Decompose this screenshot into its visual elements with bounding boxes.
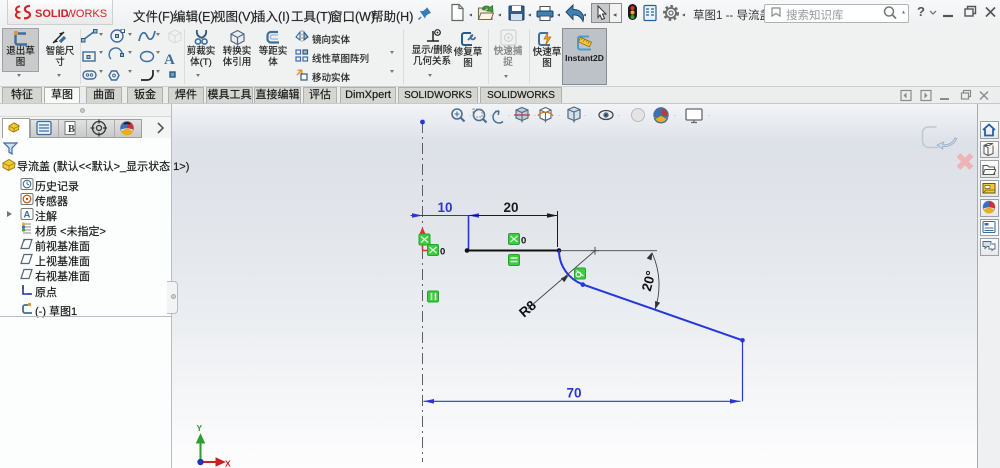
svg-text:20°: 20° (639, 269, 659, 293)
svg-text:0: 0 (521, 236, 526, 247)
svg-text:10: 10 (437, 200, 452, 215)
svg-text:·: · (674, 112, 676, 119)
svg-text:·: · (708, 112, 710, 119)
svg-text:20: 20 (503, 200, 518, 215)
svg-text:WORKS: WORKS (66, 8, 108, 20)
svg-text:Y: Y (197, 423, 203, 433)
svg-text:70: 70 (566, 386, 581, 401)
svg-text:0: 0 (440, 247, 445, 258)
svg-text:·: · (558, 112, 560, 119)
svg-text:A: A (164, 52, 175, 68)
svg-text:·: · (469, 112, 471, 119)
svg-text:X: X (225, 459, 231, 468)
svg-text:·: · (490, 112, 492, 119)
svg-text:B: B (68, 124, 75, 135)
svg-text:·: · (618, 112, 620, 119)
svg-text:·: · (508, 112, 510, 119)
svg-text:A: A (24, 210, 31, 221)
svg-text:R8: R8 (516, 297, 539, 320)
svg-text:·: · (584, 112, 586, 119)
svg-text:·: · (534, 112, 536, 119)
svg-text:SOLID: SOLID (35, 8, 69, 20)
